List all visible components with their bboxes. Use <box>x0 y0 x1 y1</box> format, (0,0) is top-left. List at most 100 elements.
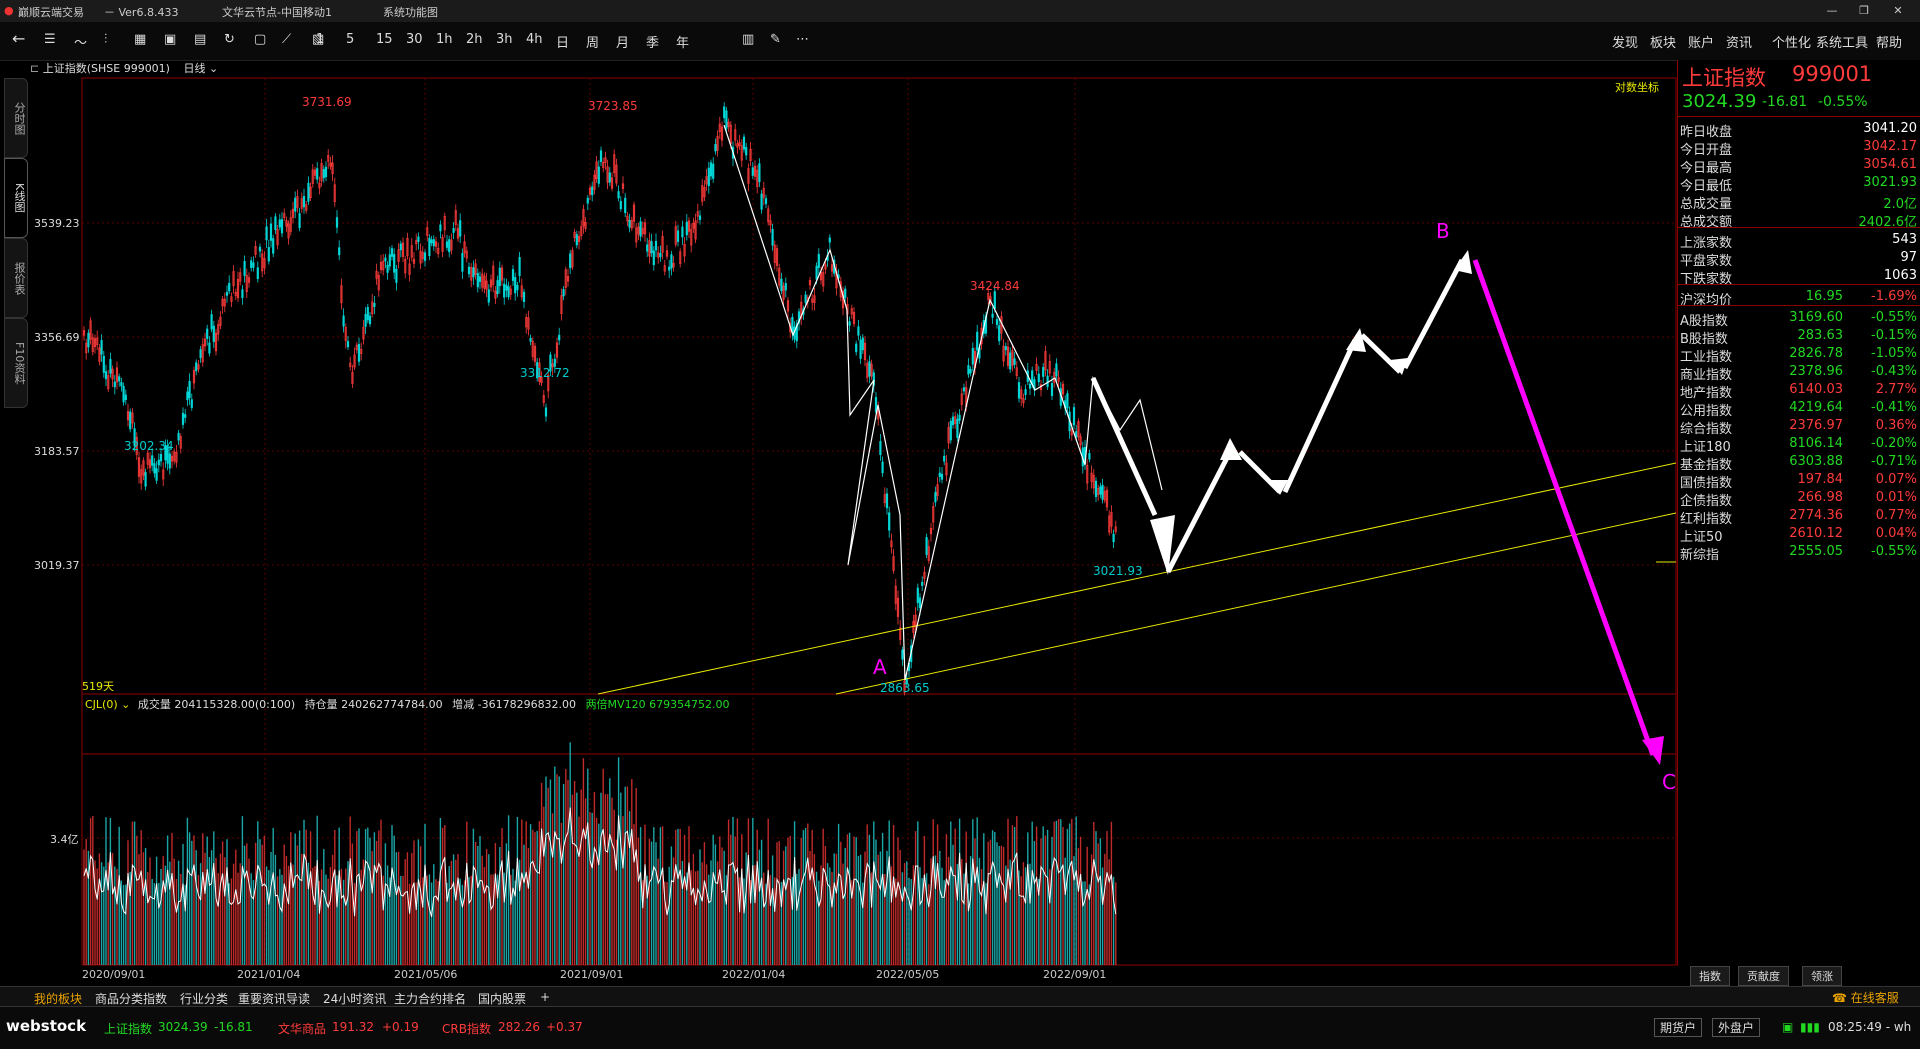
pen-icon[interactable]: ✎ <box>770 32 781 47</box>
candle-body <box>298 213 301 229</box>
cloud-node[interactable]: 文华云节点-中国移动1 <box>222 4 332 20</box>
menu-item[interactable]: 账户 <box>1688 32 1714 51</box>
candle-body <box>1042 366 1045 377</box>
candle-body <box>558 334 561 341</box>
bottom-tab[interactable]: 24小时资讯 <box>323 990 386 1007</box>
upper-trend-line[interactable] <box>597 462 1677 695</box>
lower-trend-line[interactable] <box>835 512 1677 695</box>
stat-pct: 0.07% <box>1875 472 1917 487</box>
candle-body <box>335 217 339 228</box>
app-version: － Ver6.8.433 <box>104 6 179 19</box>
chevron-down-icon[interactable]: ⌄ <box>121 698 130 711</box>
minimize-icon[interactable]: — <box>1824 4 1840 18</box>
bottom-tab[interactable]: 我的板块 <box>34 990 82 1007</box>
restore-icon[interactable]: ❐ <box>1856 4 1872 18</box>
candle-body <box>342 315 345 327</box>
date-tick: 2022/09/01 <box>1043 968 1107 981</box>
menu-item[interactable]: 发现 <box>1612 32 1638 51</box>
period-button[interactable]: 4h <box>526 32 543 47</box>
close-icon[interactable]: ✕ <box>1890 4 1906 18</box>
menu-item[interactable]: 帮助 <box>1876 32 1902 51</box>
candle-body <box>109 359 112 374</box>
candle-body <box>707 167 710 186</box>
menu-item[interactable]: 个性化 <box>1772 32 1811 51</box>
candle-body <box>725 110 728 129</box>
candle-body <box>243 261 246 276</box>
refresh-icon[interactable]: ↻ <box>224 32 235 47</box>
stat-pct: -0.20% <box>1871 436 1917 451</box>
bottom-tab[interactable]: 国内股票 <box>478 990 526 1007</box>
candle-body <box>364 313 367 327</box>
bottom-tab[interactable]: 主力合约排名 <box>394 990 466 1007</box>
arrow-heads <box>1150 250 1472 575</box>
stat-value: 543 <box>1892 232 1917 247</box>
add-tab-icon[interactable]: + <box>540 990 550 1004</box>
period-button[interactable]: 30 <box>406 32 423 47</box>
period-button[interactable]: 15 <box>376 32 393 47</box>
layout-icon[interactable]: ▥ <box>742 32 754 47</box>
ticker-change: +0.37 <box>546 1020 583 1034</box>
candle-body <box>250 260 253 268</box>
candle-body <box>1050 383 1054 396</box>
candle-body <box>124 394 127 400</box>
candle-body <box>859 339 862 359</box>
line-chart-icon[interactable]: 〜 <box>74 32 87 51</box>
period-button[interactable]: 5 <box>346 32 354 47</box>
back-icon[interactable]: ← <box>12 29 25 48</box>
indicator-select[interactable]: CJL(0) <box>85 698 118 711</box>
foreign-account-button[interactable]: 外盘户 <box>1712 1018 1761 1037</box>
ticker-name[interactable]: 上证指数 <box>104 1020 152 1037</box>
period-button[interactable]: 周 <box>586 32 599 51</box>
period-button[interactable]: 3h <box>496 32 513 47</box>
low-label: 3312.72 <box>520 366 570 380</box>
list-icon[interactable]: ☰ <box>44 32 56 47</box>
stat-value: 3054.61 <box>1863 157 1917 172</box>
candle-body <box>1112 533 1115 543</box>
period-button[interactable]: 2h <box>466 32 483 47</box>
candle-body <box>943 455 946 462</box>
bottom-tab[interactable]: 行业分类 <box>180 990 228 1007</box>
tab-leaders[interactable]: 领涨 <box>1802 966 1842 986</box>
box-icon[interactable]: ▢ <box>254 32 266 47</box>
candle-body <box>591 186 594 196</box>
period-button[interactable]: 1 <box>316 32 324 47</box>
period-button[interactable]: 季 <box>646 32 659 51</box>
tab-contribution[interactable]: 贡献度 <box>1738 966 1789 986</box>
period-button[interactable]: 年 <box>676 32 689 51</box>
ticker-name[interactable]: 文华商品 <box>278 1020 326 1037</box>
bottom-tab[interactable]: 重要资讯导读 <box>238 990 310 1007</box>
candle-body <box>760 193 763 210</box>
more-icon[interactable]: ⋯ <box>796 32 809 47</box>
candle-body <box>256 267 259 280</box>
menu-item[interactable]: 板块 <box>1650 32 1676 51</box>
period-button[interactable]: 1h <box>436 32 453 47</box>
period-button[interactable]: 月 <box>616 32 629 51</box>
grid-icon[interactable]: ▣ <box>164 32 176 47</box>
tab-index[interactable]: 指数 <box>1690 966 1730 986</box>
projection-arrows[interactable] <box>1090 258 1465 574</box>
wave-c-arrow[interactable] <box>1472 259 1656 756</box>
candle-body <box>155 468 158 481</box>
futures-account-button[interactable]: 期货户 <box>1654 1018 1703 1037</box>
kline-chart[interactable] <box>0 60 1677 966</box>
stat-value: 2826.78 <box>1789 346 1843 361</box>
stat-value: 1063 <box>1883 268 1917 283</box>
bottom-tab[interactable]: 商品分类指数 <box>95 990 167 1007</box>
menu-item[interactable]: 资讯 <box>1726 32 1752 51</box>
ticker-name[interactable]: CRB指数 <box>442 1020 491 1037</box>
index-row[interactable]: 新综指 2555.05 -0.55% <box>1678 541 1920 563</box>
stat-value: 3021.93 <box>1863 175 1917 190</box>
candle-body <box>668 266 671 271</box>
period-button[interactable]: 日 <box>556 32 569 51</box>
save-icon[interactable]: ▤ <box>194 32 206 47</box>
candle-body <box>439 224 442 232</box>
system-menu[interactable]: 系统功能图 <box>383 4 438 20</box>
candle-body <box>129 411 132 430</box>
draw-line-icon[interactable]: ⟋ <box>282 32 291 47</box>
divider <box>1678 116 1920 117</box>
candlestick-icon[interactable]: ⫶ <box>104 32 107 47</box>
menu-item[interactable]: 系统工具 <box>1816 32 1868 51</box>
table-icon[interactable]: ▦ <box>134 32 146 47</box>
wave-drawing-lines[interactable] <box>723 124 1163 681</box>
online-service-button[interactable]: ☎ 在线客服 <box>1832 989 1899 1006</box>
